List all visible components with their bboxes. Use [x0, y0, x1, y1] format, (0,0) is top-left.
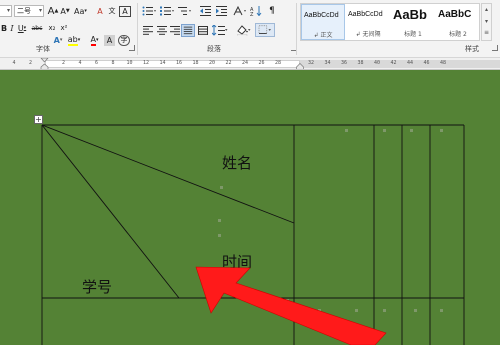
ruler-number: 18 [192, 60, 199, 66]
ruler-number: 20 [208, 60, 216, 66]
decrease-indent-icon[interactable] [200, 6, 211, 16]
ruler-number: 14 [159, 60, 166, 66]
ruler-number: 4 [78, 60, 82, 66]
ruler-number: 10 [126, 60, 133, 66]
align-left-icon[interactable] [143, 26, 153, 35]
bold-button[interactable]: B [0, 22, 8, 35]
style-sample: AaBbCcDd [348, 11, 383, 18]
ruler-number: 28 [274, 60, 282, 66]
font-dialog-launcher[interactable] [129, 45, 135, 51]
ruler-number: 48 [439, 60, 447, 66]
document-area[interactable]: + 姓名 时间 学号 [0, 71, 500, 345]
ruler-number: 42 [390, 60, 397, 66]
style-sample: AaBbC [438, 9, 472, 20]
font-group-label: 字体 [36, 45, 50, 53]
ruler-number: 8 [111, 60, 115, 66]
shading-icon[interactable] [237, 25, 251, 36]
ruler-number: 40 [373, 60, 381, 66]
font-size-value: 二号 [17, 7, 31, 15]
ruler-number: 38 [357, 60, 364, 66]
underline-button[interactable]: U ▾ [16, 22, 28, 35]
ribbon: ▾ 二号 ▾ A ▲ A ▼ Aa ▾ A 文 A B I U ▾ abc x₂ x² A… [0, 0, 500, 58]
ruler-number: 24 [241, 60, 249, 66]
multilevel-list-icon[interactable] [178, 6, 192, 16]
numbering-icon[interactable] [160, 6, 174, 16]
ruler-number: 4 [12, 60, 16, 66]
ruler-number: 34 [324, 60, 331, 66]
ruler-number: 26 [258, 60, 265, 66]
change-case-button[interactable]: Aa ▾ [72, 5, 89, 18]
line-spacing-icon[interactable] [212, 25, 228, 36]
scroll-up-icon[interactable]: ▴ [482, 4, 491, 16]
ruler-number: 32 [307, 60, 315, 66]
style-sample: AaBbCcDd [304, 12, 339, 19]
justify-icon[interactable] [181, 24, 195, 37]
styles-gallery: AaBbCcDd ↲ 正文 AaBbCcDd ↲ 无间隔 AaBb 标题 1 A… [300, 3, 480, 41]
ruler-number: 2 [28, 60, 33, 66]
ruler-number: 46 [423, 60, 430, 66]
bullets-icon[interactable] [142, 6, 156, 16]
ruler-number: 22 [225, 60, 232, 66]
style-heading-1[interactable]: AaBb 标题 1 [391, 4, 435, 40]
highlight-button[interactable]: ab ▾ [67, 34, 81, 47]
italic-button[interactable]: I [8, 22, 16, 35]
highlighter-icon: ab [67, 34, 78, 46]
ruler-number: 44 [406, 60, 414, 66]
align-center-icon[interactable] [157, 26, 167, 35]
char-border-button[interactable]: A [119, 6, 131, 17]
style-name: ↲ 正文 [313, 32, 333, 39]
sort-icon[interactable]: AZ [250, 6, 262, 16]
ruler-number: 6 [94, 60, 99, 66]
styles-gallery-scroll[interactable]: ▴ ▾ ≡ [481, 3, 492, 41]
borders-icon[interactable] [255, 23, 275, 37]
style-no-spacing[interactable]: AaBbCcDd ↲ 无间隔 [346, 4, 390, 40]
style-name: 标题 2 [449, 31, 467, 38]
horizontal-ruler[interactable]: 4 2 2 4 6 8 10 12 14 16 18 20 22 24 26 28 32 34 36 38 40 42 44… [0, 58, 500, 70]
right-indent-marker-icon[interactable] [296, 63, 304, 70]
styles-dialog-launcher[interactable] [492, 45, 498, 51]
scroll-down-icon[interactable]: ▾ [482, 16, 491, 28]
font-size-combo[interactable]: 二号 ▾ [14, 5, 44, 17]
clear-format-button[interactable]: A [94, 5, 106, 18]
style-normal[interactable]: AaBbCcDd ↲ 正文 [301, 4, 345, 40]
ruler-number: 12 [142, 60, 150, 66]
group-separator [296, 3, 297, 55]
show-marks-button[interactable]: ¶ [266, 5, 278, 18]
style-heading-2[interactable]: AaBbC 标题 2 [436, 4, 480, 40]
indent-marker-icon[interactable] [40, 58, 49, 70]
styles-group-label: 样式 [465, 45, 479, 53]
distributed-icon[interactable] [198, 26, 208, 35]
phonetic-icon: 文 [108, 7, 116, 15]
font-color-button[interactable]: A ▾ [88, 34, 101, 47]
char-shading-button[interactable]: A [104, 35, 115, 46]
style-name: ↲ 无间隔 [355, 31, 381, 38]
paragraph-group: AZ ¶ 段落 [138, 0, 298, 57]
style-name: 标题 1 [404, 31, 422, 38]
increase-indent-icon[interactable] [216, 6, 227, 16]
grow-font-button[interactable]: A ▲ [47, 5, 59, 18]
text-effect-button[interactable]: A ▾ [52, 34, 64, 47]
strikethrough-button[interactable]: abc [30, 22, 44, 35]
font-name-combo[interactable]: ▾ [0, 5, 12, 17]
svg-text:Z: Z [250, 12, 254, 16]
chinese-layout-icon[interactable] [233, 6, 247, 16]
red-arrow-icon [195, 266, 387, 345]
ruler-number: 2 [61, 60, 66, 66]
paragraph-group-label: 段落 [207, 45, 221, 53]
ruler-number: 36 [340, 60, 348, 66]
phonetic-guide-button[interactable]: 文 [106, 5, 118, 18]
style-sample: AaBb [393, 7, 427, 22]
gallery-more-icon[interactable]: ≡ [482, 28, 491, 38]
shrink-font-button[interactable]: A ▼ [59, 5, 71, 18]
align-right-icon[interactable] [170, 26, 180, 35]
ruler-number: 16 [175, 60, 183, 66]
font-group: ▾ 二号 ▾ A ▲ A ▼ Aa ▾ A 文 A B I U ▾ abc x₂ x² A… [0, 0, 137, 57]
